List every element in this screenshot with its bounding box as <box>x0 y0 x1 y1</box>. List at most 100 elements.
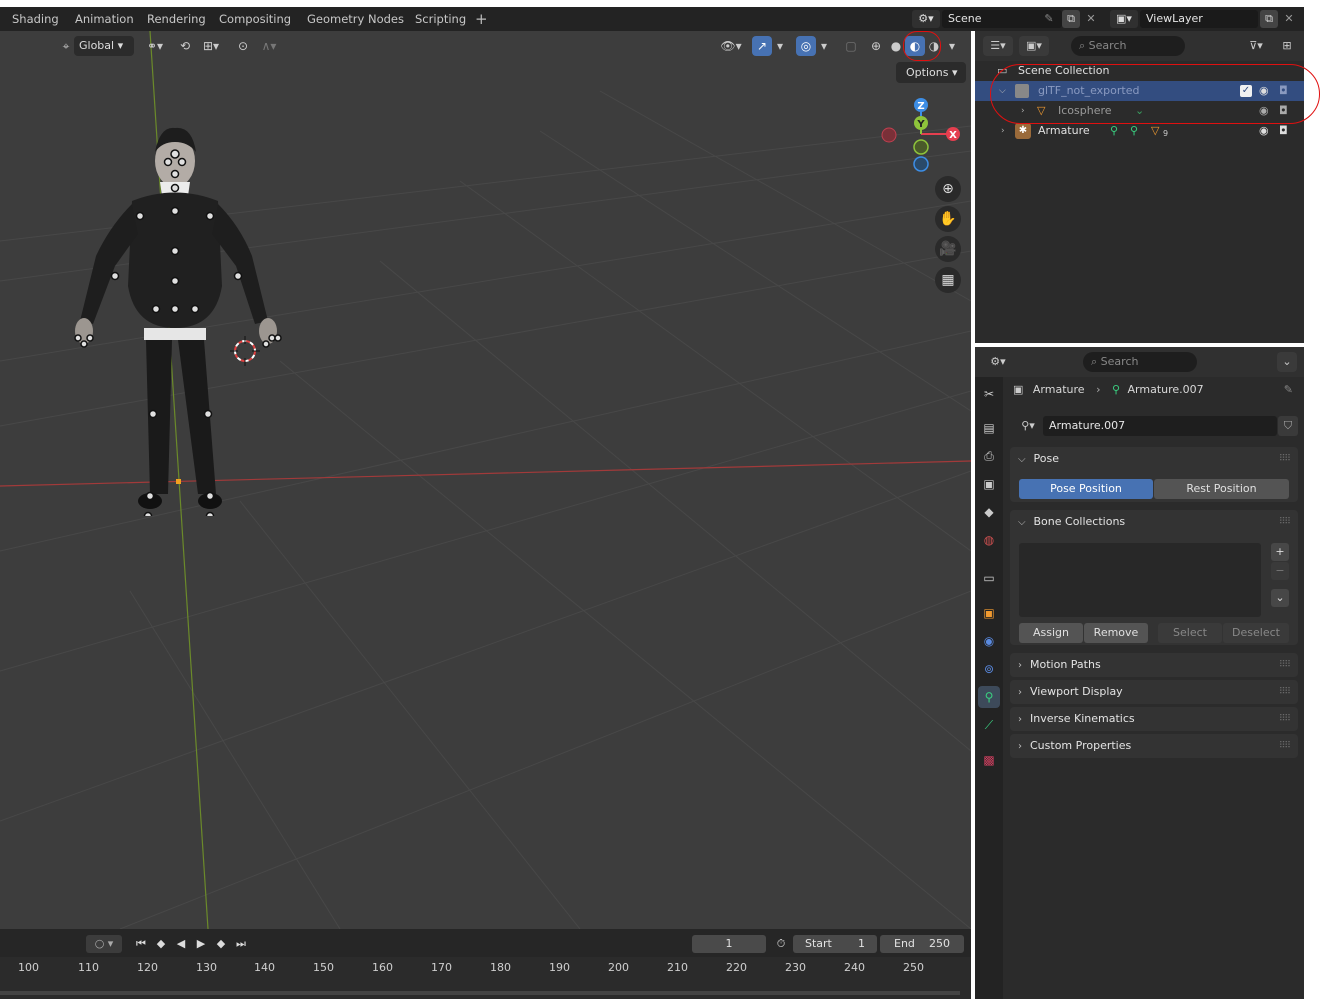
keying-dropdown[interactable]: ○ ▾ <box>86 935 122 953</box>
drag-handle[interactable]: ⠿⠿ <box>1279 707 1291 731</box>
collection-tab-icon[interactable]: ▭ <box>978 567 1000 589</box>
bone-collections-list[interactable] <box>1019 543 1261 617</box>
drag-handle[interactable]: ⠿⠿ <box>1279 653 1291 677</box>
timeline[interactable]: ○ ▾ ⏮ ◆ ◀ ▶ ◆ ⏭ 1 ⏱ Start 1 End 250 100 … <box>0 929 971 999</box>
bone-tab-icon[interactable]: ⟋ <box>978 714 1000 736</box>
next-keyframe-icon[interactable]: ◆ <box>212 935 230 953</box>
inverse-kinematics-panel[interactable]: › Inverse Kinematics ⠿⠿ <box>1010 707 1298 731</box>
world-tab-icon[interactable]: ◍ <box>978 529 1000 551</box>
tab-compositing[interactable]: Compositing <box>219 7 291 31</box>
pose-position-button[interactable]: Pose Position <box>1019 479 1153 499</box>
jump-end-icon[interactable]: ⏭ <box>232 935 250 953</box>
snap-toggle-icon[interactable]: ⟲ <box>175 36 195 56</box>
datablock-browse-icon[interactable]: ⚲▾ <box>1013 416 1043 436</box>
navigation-gizmo[interactable]: Z Y X <box>875 93 971 183</box>
display-mode-icon[interactable]: ▣▾ <box>1019 36 1049 56</box>
falloff-icon[interactable]: ∧▾ <box>254 36 284 56</box>
datablock-name-field[interactable]: Armature.007 <box>1043 416 1277 436</box>
stopwatch-icon[interactable]: ⏱ <box>772 935 790 953</box>
new-view-layer-icon[interactable]: ⧉ <box>1260 10 1278 28</box>
prev-keyframe-icon[interactable]: ◆ <box>152 935 170 953</box>
gizmo-dropdown-icon[interactable]: ▾ <box>772 36 788 56</box>
tool-tab-icon[interactable]: ✂ <box>978 383 1000 405</box>
close-view-layer-icon[interactable]: ✕ <box>1280 10 1298 28</box>
pan-hand-icon[interactable]: ✋ <box>935 206 961 232</box>
xray-toggle-icon[interactable]: ▢ <box>841 36 861 56</box>
scene-type-icon[interactable]: ⚙▾ <box>912 10 940 28</box>
tab-animation[interactable]: Animation <box>75 7 134 31</box>
constraints-tab-icon[interactable]: ⊚ <box>978 658 1000 680</box>
remove-bone-collection-button[interactable]: − <box>1271 562 1289 580</box>
add-bone-collection-button[interactable]: + <box>1271 543 1289 561</box>
motion-paths-panel[interactable]: › Motion Paths ⠿⠿ <box>1010 653 1298 677</box>
remove-button[interactable]: Remove <box>1084 623 1148 643</box>
current-frame-field[interactable]: 1 <box>692 935 766 953</box>
pin-icon[interactable]: ✎ <box>1284 379 1293 401</box>
play-reverse-icon[interactable]: ◀ <box>172 935 190 953</box>
assign-button[interactable]: Assign <box>1019 623 1083 643</box>
view-layer-field[interactable]: ViewLayer <box>1140 10 1258 28</box>
camera-view-icon[interactable]: 🎥 <box>935 236 961 262</box>
perspective-grid-icon[interactable]: ▦ <box>935 267 961 293</box>
deselect-button[interactable]: Deselect <box>1223 623 1289 643</box>
overlays-dropdown-icon[interactable]: ▾ <box>816 36 832 56</box>
output-tab-icon[interactable]: ⎙ <box>978 445 1000 467</box>
shading-dropdown-icon[interactable]: ▾ <box>944 36 960 56</box>
zoom-icon[interactable]: ⊕ <box>935 176 961 202</box>
tab-scripting[interactable]: Scripting <box>415 7 466 31</box>
view-layer-tab-icon[interactable]: ▣ <box>978 473 1000 495</box>
wireframe-shading-icon[interactable]: ⊕ <box>866 36 886 56</box>
drag-handle[interactable]: ⠿⠿ <box>1279 680 1291 704</box>
transform-orientation-dropdown[interactable]: Global ▾ <box>74 36 134 56</box>
drag-handle[interactable]: ⠿⠿ <box>1279 734 1291 758</box>
play-icon[interactable]: ▶ <box>192 935 210 953</box>
pin-icon[interactable]: ✎ <box>1040 10 1058 28</box>
scene-tab-icon[interactable]: ◆ <box>978 501 1000 523</box>
editor-type-icon[interactable]: ☰▾ <box>983 36 1013 56</box>
rest-position-button[interactable]: Rest Position <box>1154 479 1289 499</box>
visibility-icon[interactable]: 👁▾ <box>716 36 746 56</box>
proportional-edit-icon[interactable]: ⊙ <box>233 36 253 56</box>
select-button[interactable]: Select <box>1158 623 1222 643</box>
new-collection-icon[interactable]: ⊞ <box>1277 36 1297 56</box>
tab-shading[interactable]: Shading <box>12 7 59 31</box>
options-dropdown[interactable]: Options ▾ <box>896 62 966 83</box>
outliner-search-input[interactable]: ⌕ Search <box>1071 36 1185 56</box>
custom-properties-panel[interactable]: › Custom Properties ⠿⠿ <box>1010 734 1298 758</box>
physics-tab-icon[interactable]: ◉ <box>978 630 1000 652</box>
fake-user-shield-icon[interactable]: ⛉ <box>1278 416 1298 436</box>
object-tab-icon[interactable]: ▣ <box>978 602 1000 624</box>
gizmo-toggle-icon[interactable]: ↗ <box>752 36 772 56</box>
editor-type-icon[interactable]: ⚙▾ <box>983 352 1013 372</box>
character-model[interactable] <box>60 116 300 516</box>
close-scene-icon[interactable]: ✕ <box>1082 10 1100 28</box>
armature-data-tab-icon[interactable]: ⚲ <box>978 686 1000 708</box>
overlays-toggle-icon[interactable]: ◎ <box>796 36 816 56</box>
texture-tab-icon[interactable]: ▩ <box>978 749 1000 771</box>
3d-viewport[interactable]: ⌖ Global ▾ ⚭▾ ⟲ ⊞▾ ⊙ ∧▾ 👁▾ ↗ ▾ ◎ ▾ ▢ ⊕ ●… <box>0 31 971 929</box>
drag-handle[interactable]: ⠿⠿ <box>1279 510 1291 534</box>
eye-icon[interactable]: ◉ <box>1259 121 1269 141</box>
add-workspace-button[interactable]: + <box>475 7 488 31</box>
end-frame-field[interactable]: End 250 <box>880 935 964 953</box>
camera-icon[interactable]: ◘ <box>1279 121 1288 141</box>
chevron-right-icon[interactable]: › <box>1001 121 1005 141</box>
timeline-scrollbar[interactable] <box>0 991 960 995</box>
jump-start-icon[interactable]: ⏮ <box>132 935 150 953</box>
pose-panel-header[interactable]: ⌵ Pose ⠿⠿ <box>1010 447 1298 471</box>
bone-collection-menu-button[interactable]: ⌄ <box>1271 589 1289 607</box>
properties-search-input[interactable]: ⌕ Search <box>1083 352 1197 372</box>
new-scene-icon[interactable]: ⧉ <box>1062 10 1080 28</box>
outliner-row-armature[interactable]: › ✱ Armature ⚲ ⚲ ▽ 9 ◉ ◘ <box>975 121 1304 141</box>
view-layer-icon[interactable]: ▣▾ <box>1110 10 1138 28</box>
properties-options-icon[interactable]: ⌄ <box>1277 352 1297 372</box>
render-tab-icon[interactable]: ▤ <box>978 417 1000 439</box>
filter-icon[interactable]: ⊽▾ <box>1241 36 1271 56</box>
tab-rendering[interactable]: Rendering <box>147 7 206 31</box>
bone-collections-header[interactable]: ⌵ Bone Collections ⠿⠿ <box>1010 510 1298 534</box>
start-frame-field[interactable]: Start 1 <box>793 935 877 953</box>
tab-geometry-nodes[interactable]: Geometry Nodes <box>307 7 404 31</box>
viewport-display-panel[interactable]: › Viewport Display ⠿⠿ <box>1010 680 1298 704</box>
pivot-point-icon[interactable]: ⚭▾ <box>140 36 170 56</box>
snap-target-icon[interactable]: ⊞▾ <box>196 36 226 56</box>
